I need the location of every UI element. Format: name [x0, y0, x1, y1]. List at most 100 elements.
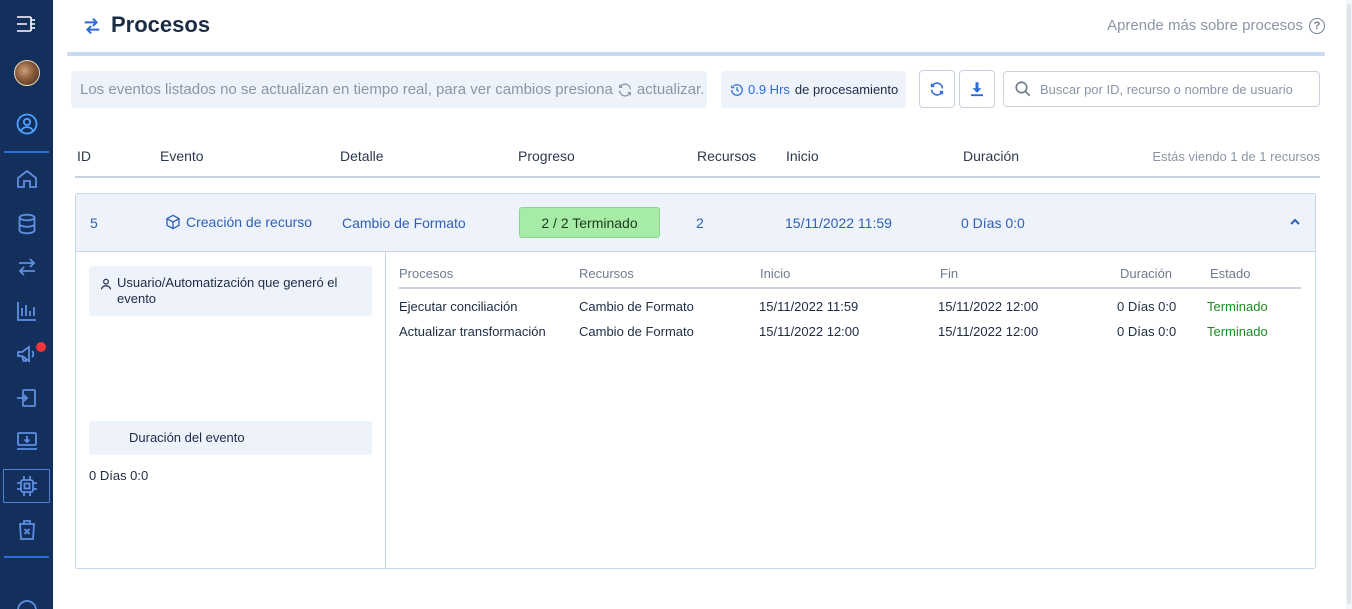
more-circle-icon: [16, 600, 37, 609]
column-header-progreso: Progreso: [518, 148, 575, 164]
sidebar-item-downloads[interactable]: [0, 421, 53, 461]
transfer-arrows-icon: [18, 258, 35, 276]
proc-name: Actualizar transformación: [399, 324, 546, 339]
proc-start: 15/11/2022 12:00: [759, 324, 860, 339]
import-icon: [16, 389, 36, 407]
scrollbar-thumb[interactable]: [1347, 4, 1351, 604]
refresh-icon: [617, 82, 633, 98]
megaphone-icon: [16, 345, 34, 363]
sidebar-divider-bottom: [4, 556, 49, 558]
user-info-box: Usuario/Automatización que generó el eve…: [89, 266, 372, 316]
proc-header-inicio: Inicio: [760, 266, 791, 281]
event-card: 5 Creación de recurso Cambio de Formato …: [75, 193, 1316, 569]
sidebar-item-import[interactable]: [0, 378, 53, 418]
proc-end: 15/11/2022 12:00: [938, 324, 1039, 339]
table-row[interactable]: Actualizar transformación Cambio de Form…: [399, 318, 1301, 343]
proc-resource: Cambio de Formato: [579, 324, 694, 339]
proc-header-procesos: Procesos: [399, 266, 454, 281]
proc-header-estado: Estado: [1210, 266, 1251, 281]
search-input[interactable]: [1040, 81, 1310, 97]
cube-icon: [166, 214, 180, 230]
duration-info-box: Duración del evento: [89, 421, 372, 455]
proc-duration: 0 Días 0:0: [1117, 299, 1177, 314]
help-icon: ?: [1309, 17, 1325, 34]
user-info-label: Usuario/Automatización que generó el eve…: [117, 275, 338, 306]
column-header-id: ID: [77, 148, 91, 164]
chevron-up-icon[interactable]: [1287, 214, 1303, 230]
events-table-header: ID Evento Detalle Progreso Recursos Inic…: [75, 140, 1320, 178]
sidebar-avatar-button[interactable]: [0, 53, 53, 93]
duration-info-label: Duración del evento: [129, 430, 245, 445]
proc-status: Terminado: [1207, 299, 1268, 314]
download-icon: [971, 82, 983, 97]
sidebar-item-home[interactable]: [0, 159, 53, 199]
notification-dot: [36, 342, 46, 352]
processing-hours-label: de procesamiento: [794, 82, 899, 97]
sidebar-item-processes[interactable]: [0, 247, 53, 287]
help-link[interactable]: Aprende más sobre procesos ?: [1107, 17, 1325, 34]
sidebar-divider: [4, 151, 49, 153]
proc-duration: 0 Días 0:0: [1117, 324, 1177, 339]
table-row[interactable]: Ejecutar conciliación Cambio de Formato …: [399, 293, 1301, 318]
help-link-text: Aprende más sobre procesos: [1107, 17, 1303, 34]
trash-box-icon: [18, 520, 35, 540]
search-icon: [1015, 81, 1031, 97]
sidebar-item-database[interactable]: [0, 204, 53, 244]
event-type: Creación de recurso: [165, 214, 312, 230]
notice-text-before: Los eventos listados no se actualizan en…: [80, 81, 613, 98]
sidebar-menu-button[interactable]: [0, 4, 53, 44]
sidebar-item-announcements[interactable]: [0, 334, 53, 374]
proc-end: 15/11/2022 12:00: [938, 299, 1039, 314]
page-title: Procesos: [111, 12, 211, 37]
refresh-icon: [930, 82, 944, 96]
proc-start: 15/11/2022 11:59: [759, 299, 859, 314]
search-box: [1003, 71, 1320, 107]
processes-table-header: Procesos Recursos Inicio Fin Duración Es…: [399, 252, 1301, 289]
refresh-button[interactable]: [919, 70, 955, 108]
sidebar-item-profile[interactable]: [0, 104, 53, 144]
proc-header-fin: Fin: [940, 266, 959, 281]
proc-header-recursos: Recursos: [579, 266, 634, 281]
processes-table: Procesos Recursos Inicio Fin Duración Es…: [399, 252, 1301, 343]
event-start: 15/11/2022 11:59: [785, 215, 892, 231]
history-clock-icon: [731, 83, 743, 96]
event-resources: 2: [696, 215, 704, 231]
notice-text-after: actualizar.: [636, 81, 705, 98]
proc-resource: Cambio de Formato: [579, 299, 694, 314]
user-circle-icon: [16, 113, 37, 135]
table-row[interactable]: 5 Creación de recurso Cambio de Formato …: [76, 194, 1315, 252]
event-detail: Cambio de Formato: [342, 215, 466, 231]
event-detail-panel: Usuario/Automatización que generó el eve…: [76, 252, 386, 568]
event-id: 5: [90, 215, 98, 231]
column-header-evento: Evento: [160, 148, 204, 164]
proc-header-duracion: Duración: [1120, 266, 1173, 281]
processing-hours-badge: 0.9 Hrs de procesamiento: [721, 71, 906, 108]
column-header-duracion: Duración: [963, 148, 1020, 164]
sidebar-item-processor[interactable]: [0, 466, 53, 506]
page-header: Procesos Aprende más sobre procesos ?: [67, 0, 1325, 54]
menu-tree-icon: [16, 16, 35, 32]
proc-name: Ejecutar conciliación: [399, 299, 518, 314]
processor-chip-icon: [16, 476, 37, 496]
download-button[interactable]: [959, 70, 995, 108]
proc-status: Terminado: [1207, 324, 1268, 339]
realtime-notice: Los eventos listados no se actualizan en…: [71, 71, 707, 108]
sidebar-item-trash[interactable]: [0, 510, 53, 550]
header-underline: [67, 52, 1325, 56]
user-icon: [100, 278, 112, 290]
sidebar-item-reports[interactable]: [0, 291, 53, 331]
column-header-inicio: Inicio: [786, 148, 819, 164]
results-count: Estás viendo 1 de 1 recursos: [1152, 149, 1320, 164]
transfer-arrows-icon: [84, 17, 100, 35]
column-header-detalle: Detalle: [340, 148, 384, 164]
home-icon: [16, 169, 37, 188]
event-type-label: Creación de recurso: [186, 214, 313, 230]
sidebar: [0, 0, 53, 609]
progress-badge: 2 / 2 Terminado: [519, 207, 660, 238]
sidebar-item-more[interactable]: [0, 590, 53, 609]
duration-value: 0 Días 0:0: [89, 468, 149, 483]
page-scrollbar[interactable]: [1346, 0, 1352, 609]
column-header-recursos: Recursos: [697, 148, 757, 164]
event-duration: 0 Días 0:0: [961, 215, 1025, 231]
processing-hours-value: 0.9 Hrs: [748, 82, 790, 97]
